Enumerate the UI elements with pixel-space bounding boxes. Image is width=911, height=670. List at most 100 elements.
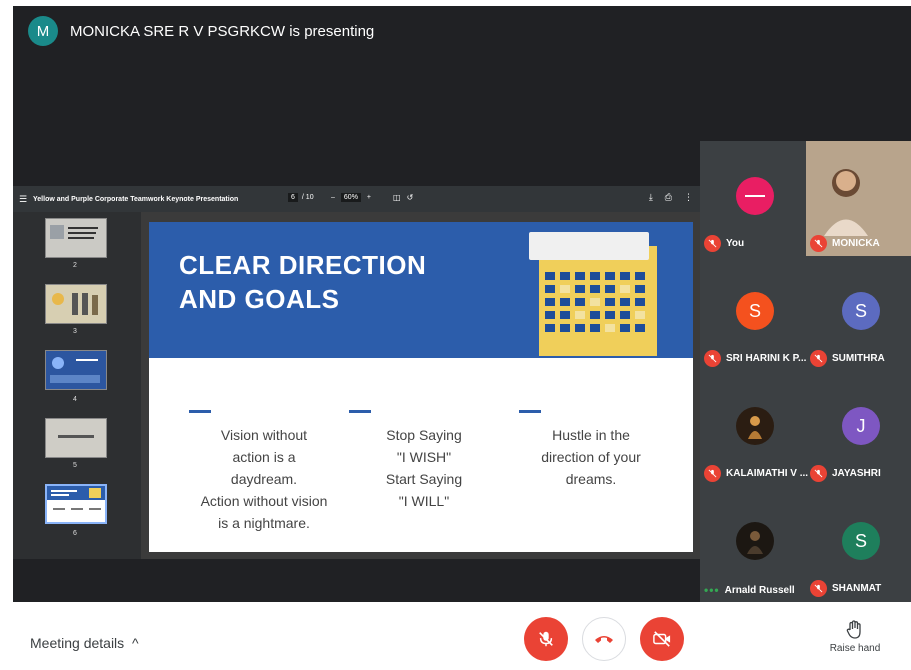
avatar bbox=[736, 522, 774, 560]
thumbnail-art bbox=[58, 435, 94, 438]
participant-tile[interactable]: S SHANMAT bbox=[806, 486, 911, 601]
avatar: S bbox=[736, 292, 774, 330]
pdf-toolbar: ☰ Yellow and Purple Corporate Teamwork K… bbox=[13, 186, 703, 212]
mic-off-icon bbox=[704, 235, 721, 252]
download-icon[interactable]: ⤓ bbox=[649, 192, 653, 203]
participant-tile[interactable]: S SRI HARINI K P... bbox=[700, 256, 806, 371]
avatar: S bbox=[842, 292, 880, 330]
camera-toggle-button[interactable] bbox=[640, 617, 684, 661]
speaking-indicator-icon: ••• bbox=[704, 583, 720, 597]
participant-name: SHANMAT bbox=[832, 583, 882, 594]
presenter-banner: M MONICKA SRE R V PSGRKCW is presenting bbox=[28, 16, 374, 46]
avatar: S bbox=[842, 522, 880, 560]
thumbnail-number: 3 bbox=[73, 328, 77, 335]
raise-hand-button[interactable]: Raise hand bbox=[820, 620, 890, 654]
thumbnail-page-3[interactable] bbox=[45, 284, 107, 324]
participant-name-tag: MONICKA bbox=[810, 235, 880, 252]
calendar-illustration bbox=[529, 232, 659, 356]
text-line: Stop Saying bbox=[386, 427, 462, 443]
pdf-actions: ⤓ ⎙ ⋮ bbox=[649, 192, 693, 203]
text-line: Start Saying bbox=[385, 471, 463, 487]
presenter-avatar: M bbox=[28, 16, 58, 46]
avatar: J bbox=[842, 407, 880, 445]
participant-tile[interactable]: KALAIMATHI V ... bbox=[700, 371, 808, 486]
menu-icon[interactable]: ☰ bbox=[13, 194, 33, 205]
participant-name-tag: SHANMAT bbox=[810, 580, 881, 597]
raise-hand-icon bbox=[846, 620, 861, 639]
thumbnail-page-6[interactable] bbox=[45, 484, 107, 524]
thumbnail-page-5[interactable] bbox=[45, 418, 107, 458]
leave-call-button[interactable] bbox=[582, 617, 626, 661]
avatar-logo bbox=[745, 195, 765, 197]
mic-off-icon bbox=[539, 631, 553, 647]
text-line: action is a bbox=[232, 449, 296, 465]
thumbnail-art bbox=[52, 293, 98, 315]
videocam-off-icon bbox=[653, 631, 671, 647]
mic-off-icon bbox=[810, 465, 827, 482]
calendar-grid bbox=[545, 272, 645, 332]
participant-name: KALAIMATHI V ... bbox=[726, 468, 809, 479]
participant-name: SUMITHRA bbox=[832, 353, 885, 364]
slide-header: CLEAR DIRECTION AND GOALS bbox=[149, 222, 693, 358]
avatar bbox=[736, 407, 774, 445]
participant-name-tag: SUMITHRA bbox=[810, 350, 885, 367]
fit-page-icon[interactable]: ◫ bbox=[393, 193, 401, 202]
column-accent bbox=[519, 410, 541, 413]
text-line: "I WISH" bbox=[396, 449, 452, 465]
more-vert-icon[interactable]: ⋮ bbox=[684, 192, 693, 203]
slide-title: CLEAR DIRECTION AND GOALS bbox=[179, 248, 479, 316]
slide-page: CLEAR DIRECTION AND GOALS Vision without… bbox=[149, 222, 693, 552]
print-icon[interactable]: ⎙ bbox=[665, 192, 672, 203]
call-end-icon bbox=[595, 636, 613, 643]
participant-name-tag: SRI HARINI K P... bbox=[704, 350, 806, 367]
thumbnail-page-2[interactable] bbox=[45, 218, 107, 258]
page-total: / 10 bbox=[301, 194, 314, 201]
text-line: "I WILL" bbox=[398, 493, 450, 509]
meeting-details-button[interactable]: Meeting details ^ bbox=[30, 635, 139, 651]
thumbnail-art bbox=[50, 225, 98, 239]
avatar bbox=[736, 177, 774, 215]
text-line: dreams. bbox=[565, 471, 617, 487]
thumbnail-number: 5 bbox=[73, 462, 77, 469]
participant-name-tag: KALAIMATHI V ... bbox=[704, 465, 808, 482]
zoom-value[interactable]: 60% bbox=[340, 193, 361, 202]
participant-name: You bbox=[726, 238, 745, 249]
raise-hand-label: Raise hand bbox=[829, 643, 881, 654]
pdf-thumbnails: 2 3 4 5 6 bbox=[13, 212, 141, 559]
thumbnail-number: 2 bbox=[73, 262, 77, 269]
thumbnail-number: 4 bbox=[73, 396, 77, 403]
presenter-label: MONICKA SRE R V PSGRKCW is presenting bbox=[70, 22, 375, 40]
pdf-view-tools: ◫ ↺ bbox=[393, 193, 413, 202]
pdf-zoom-controls: – 60% + bbox=[331, 193, 371, 202]
participant-name: SRI HARINI K P... bbox=[726, 353, 807, 364]
thumbnail-art bbox=[47, 486, 105, 510]
shared-screen: ☰ Yellow and Purple Corporate Teamwork K… bbox=[13, 186, 703, 559]
calendar-top bbox=[529, 232, 649, 260]
chevron-up-icon: ^ bbox=[128, 635, 139, 651]
slide-column-1: Vision without action is a daydream. Act… bbox=[179, 424, 349, 534]
mic-toggle-button[interactable] bbox=[524, 617, 568, 661]
column-accent bbox=[189, 410, 211, 413]
slide-column-2: Stop Saying "I WISH" Start Saying "I WIL… bbox=[359, 424, 489, 512]
page-number-input[interactable]: 6 bbox=[288, 193, 298, 202]
participant-tile[interactable]: ••• Arnald Russell bbox=[700, 486, 805, 601]
participant-tile[interactable]: MONICKA bbox=[806, 141, 911, 256]
avatar-photo bbox=[748, 416, 762, 439]
zoom-in-button[interactable]: + bbox=[367, 194, 371, 201]
text-line: daydream. bbox=[230, 471, 298, 487]
zoom-out-button[interactable]: – bbox=[331, 194, 335, 201]
rotate-icon[interactable]: ↺ bbox=[407, 193, 414, 202]
participant-tile[interactable]: J JAYASHRI bbox=[806, 371, 911, 486]
column-accent bbox=[349, 410, 371, 413]
text-line: Action without vision bbox=[200, 493, 328, 509]
participant-tile[interactable]: You bbox=[700, 141, 805, 256]
participant-name: MONICKA bbox=[832, 238, 880, 249]
participant-name-tag: ••• Arnald Russell bbox=[704, 583, 795, 597]
participant-name-tag: JAYASHRI bbox=[810, 465, 881, 482]
text-line: is a nightmare. bbox=[218, 515, 310, 531]
mic-off-icon bbox=[810, 580, 827, 597]
participant-tile[interactable]: S SUMITHRA bbox=[806, 256, 911, 371]
thumbnail-page-4[interactable] bbox=[45, 350, 107, 390]
slide-column-3: Hustle in the direction of your dreams. bbox=[521, 424, 661, 490]
mic-off-icon bbox=[704, 465, 721, 482]
